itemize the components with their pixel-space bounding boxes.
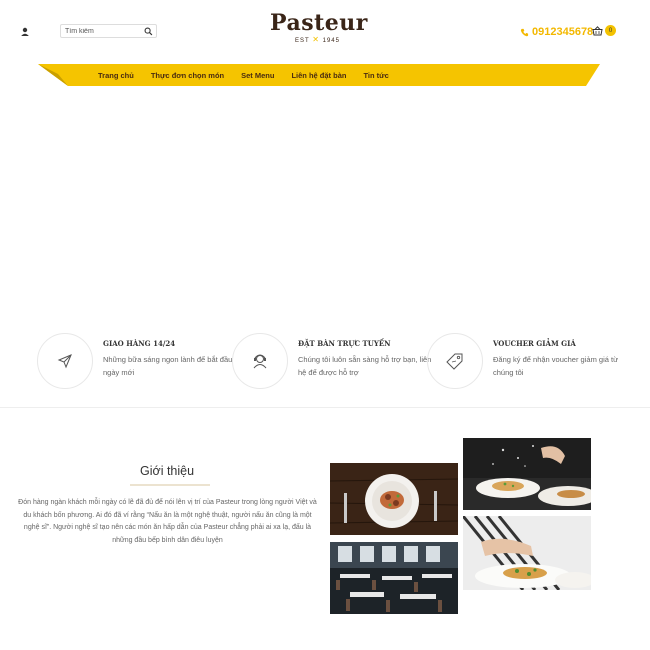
feature-title: ĐẶT BÀN TRỰC TUYẾN bbox=[298, 339, 391, 348]
feature-icon-circle bbox=[232, 333, 288, 389]
search-icon[interactable] bbox=[144, 27, 153, 36]
feature-title: VOUCHER GIẢM GIÁ bbox=[493, 339, 576, 348]
site-logo[interactable]: Pasteur EST ✕ 1945 bbox=[270, 10, 368, 48]
phone-icon bbox=[520, 28, 529, 36]
gallery-photo-dish-serving[interactable] bbox=[463, 516, 591, 590]
hero-title: Pizza Size 12 bbox=[232, 96, 421, 129]
feature-title: GIAO HÀNG 14/24 bbox=[103, 339, 176, 348]
phone-number: 0912345678 bbox=[532, 26, 594, 38]
intro-text: Đón hàng ngàn khách mỗi ngày có lẽ đã đủ… bbox=[18, 499, 317, 544]
feature-booking: ĐẶT BÀN TRỰC TUYẾN Chúng tôi luôn sẵn sà… bbox=[232, 333, 431, 393]
site-header: Pasteur EST ✕ 1945 0912345678 0 bbox=[0, 0, 650, 64]
hero-price: 199.000 Đ bbox=[238, 156, 363, 186]
feature-icon-circle bbox=[37, 333, 93, 389]
cart-count-badge: 0 bbox=[605, 25, 616, 36]
main-nav: Trang chủ Thực đơn chọn món Set Menu Liê… bbox=[38, 64, 600, 86]
hero-slider: Pizza Size 12 DÀNH CHO 6 NGƯỜI ĂN CHỈ VỚ… bbox=[0, 68, 650, 318]
nav-item-news[interactable]: Tin tức bbox=[363, 71, 388, 80]
hero-price-badge: CHỈ VỚI bbox=[202, 156, 235, 189]
feature-delivery: GIAO HÀNG 14/24 Những bữa sáng ngon lành… bbox=[37, 333, 232, 393]
send-icon bbox=[57, 354, 72, 369]
gallery-photo-chef-plating[interactable] bbox=[463, 438, 591, 510]
intro-title-divider bbox=[130, 484, 210, 486]
hero-background-image bbox=[0, 68, 650, 318]
support-agent-icon bbox=[253, 354, 267, 369]
phone-contact[interactable]: 0912345678 bbox=[520, 26, 593, 38]
nav-item-menu[interactable]: Thực đơn chọn món bbox=[151, 71, 224, 80]
feature-voucher: VOUCHER GIẢM GIÁ Đăng ký để nhận voucher… bbox=[427, 333, 622, 393]
cart-button[interactable]: 0 bbox=[592, 25, 616, 36]
search-input[interactable] bbox=[61, 25, 141, 37]
basket-icon bbox=[592, 25, 603, 35]
logo-est: EST bbox=[295, 38, 310, 44]
hero-subtitle: DÀNH CHO 6 NGƯỜI ĂN bbox=[265, 135, 367, 150]
logo-cross-icon: ✕ bbox=[312, 35, 320, 44]
logo-wordmark: Pasteur bbox=[270, 10, 368, 36]
gallery-photo-restaurant-interior[interactable] bbox=[330, 542, 458, 614]
feature-description: Chúng tôi luôn sẵn sàng hỗ trợ bạn, liên… bbox=[298, 355, 432, 377]
gallery-photo-pasta-plate[interactable] bbox=[330, 463, 458, 535]
feature-icon-circle bbox=[427, 333, 483, 389]
nav-item-booking[interactable]: Liên hệ đặt bàn bbox=[291, 71, 346, 80]
feature-description: Những bữa sáng ngon lành để bắt đầu ngày… bbox=[103, 355, 233, 377]
intro-title: Giới thiệu bbox=[140, 464, 195, 478]
nav-item-set-menu[interactable]: Set Menu bbox=[241, 71, 274, 80]
search-box bbox=[60, 24, 157, 38]
price-tag-icon bbox=[446, 353, 463, 370]
nav-menu: Trang chủ Thực đơn chọn món Set Menu Liê… bbox=[98, 64, 389, 86]
user-icon[interactable] bbox=[18, 25, 32, 39]
slider-next-arrow-icon[interactable] bbox=[638, 182, 648, 202]
nav-item-home[interactable]: Trang chủ bbox=[98, 71, 134, 80]
feature-description: Đăng ký để nhận voucher giảm giá từ chún… bbox=[493, 355, 619, 377]
features-section: GIAO HÀNG 14/24 Những bữa sáng ngon lành… bbox=[0, 318, 650, 408]
logo-year: 1945 bbox=[322, 38, 340, 44]
